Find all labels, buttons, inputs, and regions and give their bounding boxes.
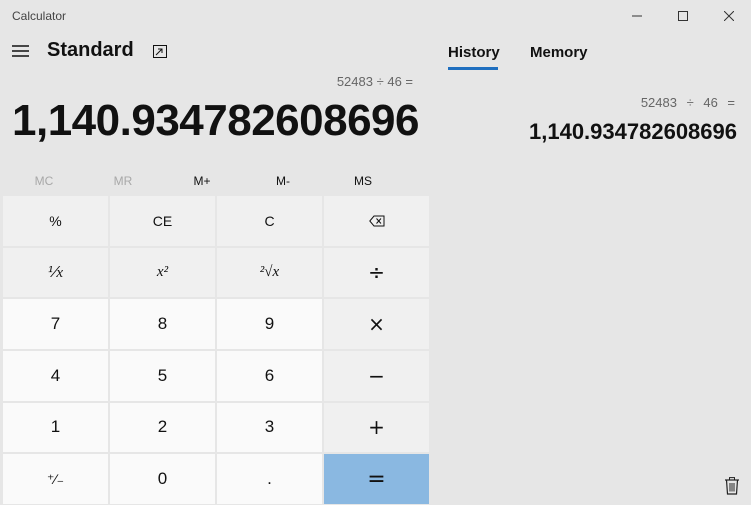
backspace-button[interactable] — [324, 196, 429, 246]
digit-6-button[interactable]: 6 — [217, 351, 322, 401]
reciprocal-button[interactable]: ⅟x — [3, 247, 108, 298]
trash-icon — [725, 477, 739, 495]
square-button[interactable]: x² — [110, 247, 215, 298]
tab-history[interactable]: History — [448, 44, 500, 61]
tab-memory[interactable]: Memory — [530, 44, 588, 61]
minus-button[interactable]: − — [324, 351, 429, 401]
negate-button[interactable]: ⁺∕₋ — [3, 454, 108, 504]
backspace-icon — [368, 215, 384, 227]
navigation-menu-button[interactable] — [8, 38, 32, 64]
clear-history-button[interactable] — [720, 474, 744, 498]
plus-button[interactable]: + — [324, 402, 429, 453]
divide-button[interactable]: ÷ — [324, 247, 429, 298]
memory-row: MC MR M+ M- MS — [4, 170, 428, 192]
digit-8-button[interactable]: 8 — [110, 299, 215, 349]
title-bar: Calculator — [0, 0, 751, 31]
keypad: % CE C ⅟x x² ²√x ÷ 7 8 9 × 4 5 6 − 1 2 3 — [3, 196, 429, 504]
memory-clear-button[interactable]: MC — [4, 170, 84, 192]
percent-button[interactable]: % — [3, 196, 108, 246]
square-root-label: ²√x — [259, 263, 280, 280]
result-display: 1,140.934782608696 — [12, 96, 419, 145]
digit-4-button[interactable]: 4 — [3, 351, 108, 401]
multiply-button[interactable]: × — [324, 299, 429, 349]
maximize-button[interactable] — [660, 0, 706, 31]
minimize-button[interactable] — [614, 0, 660, 31]
clear-entry-button[interactable]: CE — [110, 196, 215, 246]
digit-3-button[interactable]: 3 — [217, 402, 322, 453]
maximize-icon — [678, 10, 688, 21]
digit-1-button[interactable]: 1 — [3, 402, 108, 453]
calculator-window: Calculator Standard 52483 ÷ 46 = 1,140.9… — [0, 0, 751, 505]
history-expression: 52483 ÷ 46 = — [640, 95, 735, 110]
square-root-button[interactable]: ²√x — [217, 247, 322, 298]
close-button[interactable] — [706, 0, 751, 31]
memory-store-button[interactable]: MS — [323, 170, 403, 192]
app-title: Calculator — [12, 9, 67, 23]
minimize-icon — [632, 15, 642, 16]
decimal-button[interactable]: . — [217, 454, 322, 504]
memory-add-button[interactable]: M+ — [162, 170, 242, 192]
digit-0-button[interactable]: 0 — [110, 454, 215, 504]
memory-recall-button[interactable]: MR — [83, 170, 163, 192]
keep-on-top-icon — [153, 44, 167, 58]
expression-display: 52483 ÷ 46 = — [336, 74, 413, 89]
close-icon — [724, 10, 734, 21]
active-tab-indicator — [448, 67, 498, 70]
digit-9-button[interactable]: 9 — [217, 299, 322, 349]
hamburger-icon — [11, 45, 29, 57]
clear-button[interactable]: C — [217, 196, 322, 246]
square-label: x² — [156, 263, 169, 280]
history-result: 1,140.934782608696 — [529, 119, 737, 144]
keep-on-top-button[interactable] — [148, 40, 172, 62]
equals-button[interactable]: = — [324, 454, 429, 504]
mode-title: Standard — [47, 39, 134, 61]
digit-7-button[interactable]: 7 — [3, 299, 108, 349]
digit-2-button[interactable]: 2 — [110, 402, 215, 453]
memory-subtract-button[interactable]: M- — [243, 170, 323, 192]
reciprocal-label: ⅟x — [47, 264, 64, 281]
digit-5-button[interactable]: 5 — [110, 351, 215, 401]
